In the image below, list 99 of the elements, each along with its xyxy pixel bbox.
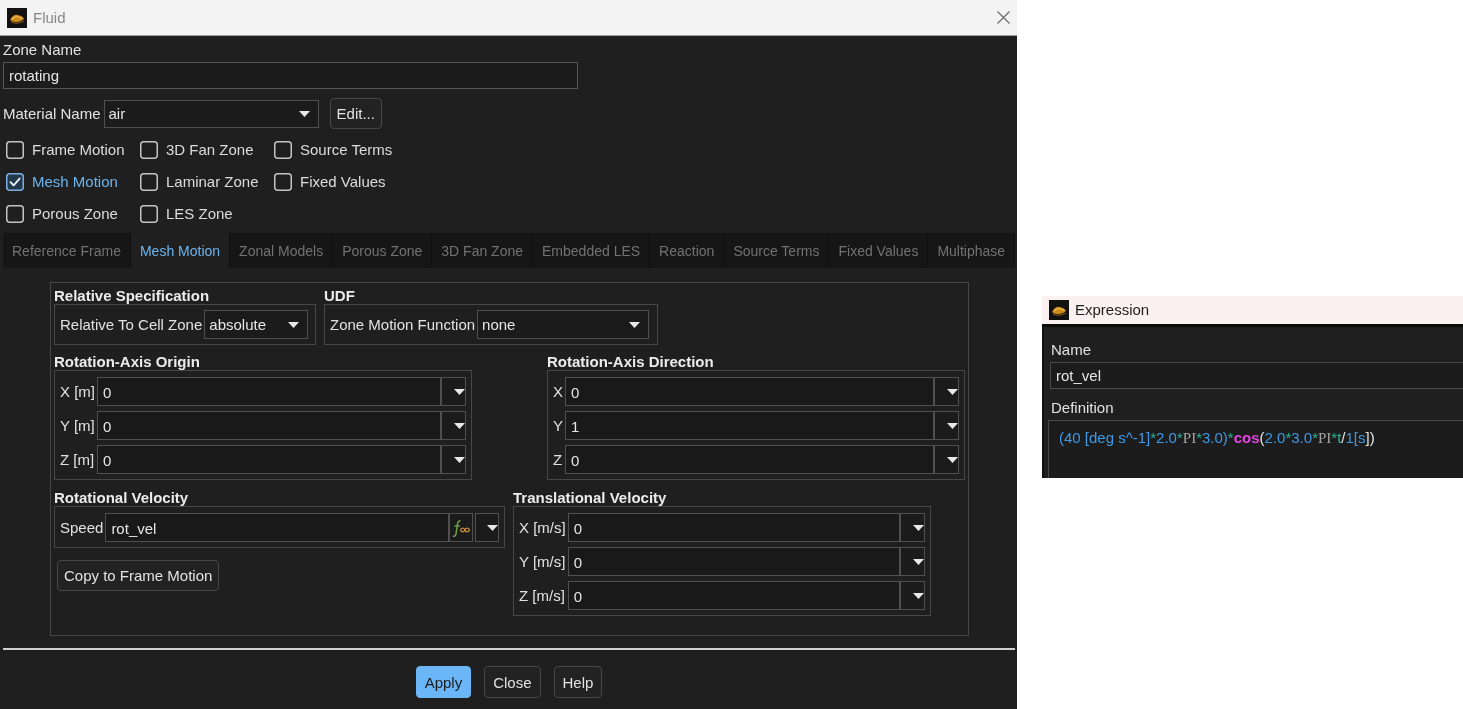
dialog-button[interactable]: Help bbox=[553, 666, 603, 698]
tab[interactable]: Multiphase bbox=[928, 233, 1015, 268]
axis-label: Z [m] bbox=[60, 450, 95, 469]
tab[interactable]: Source Terms bbox=[724, 233, 829, 268]
motion-function-dropdown[interactable]: none bbox=[477, 310, 650, 339]
tab[interactable]: Fixed Values bbox=[829, 233, 928, 268]
value-field[interactable]: 0 bbox=[567, 513, 900, 542]
caret-down-icon bbox=[913, 524, 924, 531]
caret-down-icon bbox=[947, 422, 958, 429]
tab[interactable]: Reference Frame bbox=[3, 233, 130, 268]
value-field[interactable]: 0 bbox=[97, 411, 441, 440]
axis-label: Z bbox=[553, 450, 563, 469]
field-label: Definition bbox=[1050, 399, 1114, 417]
field-label: Name bbox=[1050, 341, 1091, 359]
tab[interactable]: Porous Zone bbox=[333, 233, 432, 268]
section-title: Rotation-Axis Direction bbox=[547, 353, 714, 370]
axis-label: X bbox=[553, 382, 563, 401]
section-title: UDF bbox=[324, 287, 355, 304]
dropdown-button[interactable] bbox=[900, 581, 925, 610]
checkbox-label: Mesh Motion bbox=[32, 173, 118, 191]
field-label: Relative To Cell Zone bbox=[60, 315, 203, 334]
checkbox[interactable] bbox=[140, 173, 158, 191]
field-label: Zone Name bbox=[3, 41, 82, 59]
value-field[interactable]: 0 bbox=[565, 445, 934, 474]
expression-button[interactable] bbox=[449, 513, 473, 542]
window-title: Fluid bbox=[33, 8, 66, 27]
dropdown-button[interactable] bbox=[900, 547, 925, 576]
checkbox[interactable] bbox=[140, 205, 158, 223]
checkbox-label: Source Terms bbox=[300, 141, 393, 159]
section-title: Rotation-Axis Origin bbox=[54, 353, 200, 370]
caret-down-icon bbox=[947, 388, 958, 395]
checkbox-label: LES Zone bbox=[166, 205, 233, 223]
caret-down-icon bbox=[947, 456, 958, 463]
tab[interactable]: 3D Fan Zone bbox=[432, 233, 533, 268]
caret-down-icon bbox=[454, 388, 465, 395]
checkbox[interactable] bbox=[140, 141, 158, 159]
dialog-button[interactable]: Apply bbox=[415, 666, 472, 698]
caret-down-icon bbox=[454, 422, 465, 429]
dropdown-button[interactable] bbox=[934, 411, 959, 440]
dropdown-button[interactable] bbox=[900, 513, 925, 542]
axis-label: X [m/s] bbox=[519, 518, 566, 537]
value-field[interactable]: rot_vel bbox=[105, 513, 449, 542]
axis-label: Z [m/s] bbox=[519, 586, 566, 605]
section-title: Relative Specification bbox=[54, 287, 210, 304]
tab[interactable]: Reaction bbox=[650, 233, 724, 268]
checkbox-label: Frame Motion bbox=[32, 141, 125, 159]
name-field[interactable]: rot_vel bbox=[1050, 362, 1463, 389]
dropdown-button[interactable] bbox=[441, 411, 466, 440]
relative-zone-dropdown[interactable]: absolute bbox=[204, 310, 309, 339]
dialog-button[interactable]: Close bbox=[484, 666, 541, 698]
value-field[interactable]: 0 bbox=[567, 581, 900, 610]
axis-label: Y [m] bbox=[60, 416, 95, 435]
caret-down-icon bbox=[298, 110, 310, 117]
caret-down-icon bbox=[288, 321, 300, 328]
checkbox[interactable] bbox=[6, 141, 24, 159]
axis-label: X [m] bbox=[60, 382, 95, 401]
zone-name-field[interactable]: rotating bbox=[3, 62, 578, 89]
checkbox[interactable] bbox=[274, 141, 292, 159]
caret-down-icon bbox=[913, 558, 924, 565]
app-logo-icon bbox=[7, 7, 27, 28]
function-icon bbox=[451, 517, 471, 538]
value-field[interactable]: 1 bbox=[565, 411, 934, 440]
copy-button[interactable]: Copy to Frame Motion bbox=[57, 560, 220, 591]
dropdown-button[interactable] bbox=[475, 513, 499, 542]
definition-field[interactable]: (40 [deg s^-1]*2.0*PI*3.0)*cos(2.0*3.0*PI*t/1[s]) bbox=[1048, 420, 1463, 478]
caret-down-icon bbox=[629, 321, 641, 328]
value-field[interactable]: 0 bbox=[97, 377, 441, 406]
window-title: Expression bbox=[1075, 301, 1150, 319]
value-field[interactable]: 0 bbox=[97, 445, 441, 474]
dropdown-button[interactable] bbox=[441, 377, 466, 406]
caret-down-icon bbox=[913, 592, 924, 599]
dropdown-button[interactable] bbox=[441, 445, 466, 474]
app-logo-icon bbox=[1049, 300, 1069, 320]
edit-button[interactable]: Edit... bbox=[329, 98, 382, 129]
field-label: Speed bbox=[60, 518, 104, 537]
value-field[interactable]: 0 bbox=[565, 377, 934, 406]
close-icon[interactable] bbox=[997, 11, 1010, 24]
axis-label: Y bbox=[553, 416, 563, 435]
dropdown-button[interactable] bbox=[934, 445, 959, 474]
tab[interactable]: Embedded LES bbox=[533, 233, 650, 268]
section-title: Translational Velocity bbox=[513, 489, 667, 506]
field-label: Zone Motion Function bbox=[330, 315, 476, 334]
field-label: Material Name bbox=[3, 104, 101, 123]
caret-down-icon bbox=[487, 524, 498, 531]
checkbox-label: Fixed Values bbox=[300, 173, 386, 191]
checkbox[interactable] bbox=[6, 173, 24, 191]
material-dropdown[interactable]: air bbox=[103, 99, 319, 128]
checkbox[interactable] bbox=[274, 173, 292, 191]
value-field[interactable]: 0 bbox=[567, 547, 900, 576]
caret-down-icon bbox=[454, 456, 465, 463]
axis-label: Y [m/s] bbox=[519, 552, 566, 571]
tab[interactable]: Zonal Models bbox=[230, 233, 333, 268]
tab[interactable]: Mesh Motion bbox=[130, 233, 230, 268]
checkbox-label: Laminar Zone bbox=[166, 173, 259, 191]
checkbox-label: 3D Fan Zone bbox=[166, 141, 254, 159]
dropdown-button[interactable] bbox=[934, 377, 959, 406]
checkbox-label: Porous Zone bbox=[32, 205, 118, 223]
checkbox[interactable] bbox=[6, 205, 24, 223]
section-title: Rotational Velocity bbox=[54, 489, 189, 506]
